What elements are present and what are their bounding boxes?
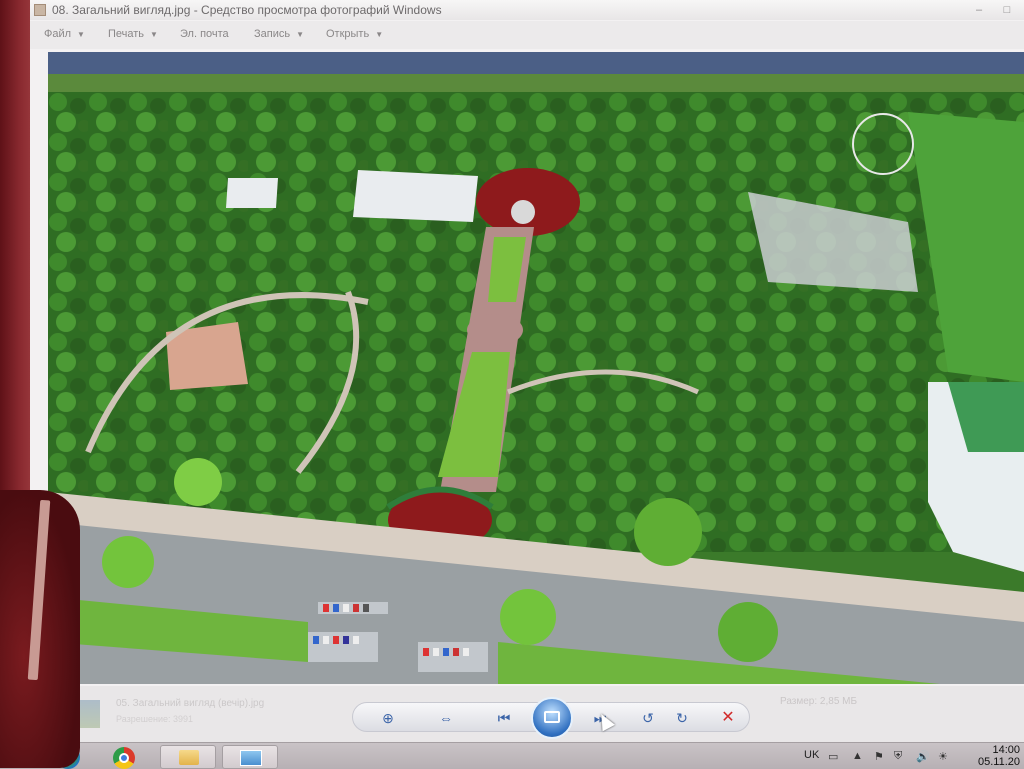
photo-viewer-window: 08. Загальний вигляд.jpg - Средство прос… xyxy=(30,0,1024,742)
zoom-icon[interactable]: ⊕ xyxy=(375,707,401,729)
menu-print-label: Печать xyxy=(108,28,145,40)
menu-open-label: Открыть xyxy=(326,28,370,40)
film-filename: 05. Загальний вигляд (вечір).jpg xyxy=(116,698,265,709)
chevron-down-icon: ▼ xyxy=(77,30,85,39)
previous-icon[interactable]: ⏮ xyxy=(491,707,517,729)
tray-expand-icon[interactable]: ▲ xyxy=(852,750,863,762)
taskbar: UK ▭ ▲ ⚑ ⛨ 🔊 ☀ 14:00 05.11.20 xyxy=(0,742,1024,769)
menu-bar: Файл ▼ Печать ▼ Эл. почта Запись ▼ Открыть ▼ xyxy=(30,21,1024,49)
slideshow-button[interactable] xyxy=(531,697,573,739)
chevron-down-icon: ▼ xyxy=(375,30,384,39)
chevron-down-icon: ▼ xyxy=(296,30,305,39)
rotate-ccw-icon[interactable]: ↺ xyxy=(635,707,661,729)
security-icon[interactable]: ⛨ xyxy=(894,750,902,763)
clock[interactable]: 14:00 05.11.20 xyxy=(978,744,1020,768)
image-viewer[interactable] xyxy=(48,52,1024,684)
fit-window-icon[interactable]: ⇔ xyxy=(433,707,459,729)
film-resolution: Разрешение: 3991 xyxy=(116,714,193,724)
clock-time: 14:00 xyxy=(992,744,1020,756)
menu-print[interactable]: Печать ▼ xyxy=(108,28,158,40)
language-indicator[interactable]: UK xyxy=(804,749,819,761)
explorer-taskbar-button[interactable] xyxy=(160,745,216,769)
menu-file[interactable]: Файл ▼ xyxy=(44,28,85,40)
photo-viewer-taskbar-button[interactable] xyxy=(222,745,278,769)
keyboard-icon[interactable]: ▭ xyxy=(828,750,838,763)
menu-email[interactable]: Эл. почта xyxy=(180,28,229,40)
window-title: 08. Загальний вигляд.jpg - Средство прос… xyxy=(52,3,442,17)
chrome-taskbar-button[interactable] xyxy=(104,745,144,769)
power-icon[interactable]: ☀ xyxy=(938,750,948,763)
menu-email-label: Эл. почта xyxy=(180,28,229,40)
volume-icon[interactable]: 🔊 xyxy=(916,750,930,763)
maximize-button[interactable]: □ xyxy=(992,0,1022,16)
film-size: Размер: 2,85 МБ xyxy=(780,696,858,707)
slideshow-icon xyxy=(544,711,560,723)
menu-burn[interactable]: Запись ▼ xyxy=(254,28,304,40)
rotate-cw-icon[interactable]: ↻ xyxy=(669,707,695,729)
park-plan-image xyxy=(48,52,1024,684)
clock-date: 05.11.20 xyxy=(977,756,1020,768)
chrome-icon xyxy=(113,747,135,769)
title-bar[interactable]: 08. Загальний вигляд.jpg - Средство прос… xyxy=(30,0,1024,20)
system-tray: UK ▭ ▲ ⚑ ⛨ 🔊 ☀ 14:00 05.11.20 xyxy=(794,743,1024,769)
flag-icon[interactable]: ⚑ xyxy=(874,750,884,763)
menu-open[interactable]: Открыть ▼ xyxy=(326,28,383,40)
menu-burn-label: Запись xyxy=(254,28,291,40)
minimize-button[interactable]: – xyxy=(964,0,994,16)
chevron-down-icon: ▼ xyxy=(150,30,158,39)
app-icon xyxy=(34,4,46,16)
playback-controls: ⊕ ⇔ ⏮ ⏭ ↺ ↻ ✕ xyxy=(352,697,750,739)
delete-icon[interactable]: ✕ xyxy=(715,707,741,729)
menu-file-label: Файл xyxy=(44,28,72,40)
